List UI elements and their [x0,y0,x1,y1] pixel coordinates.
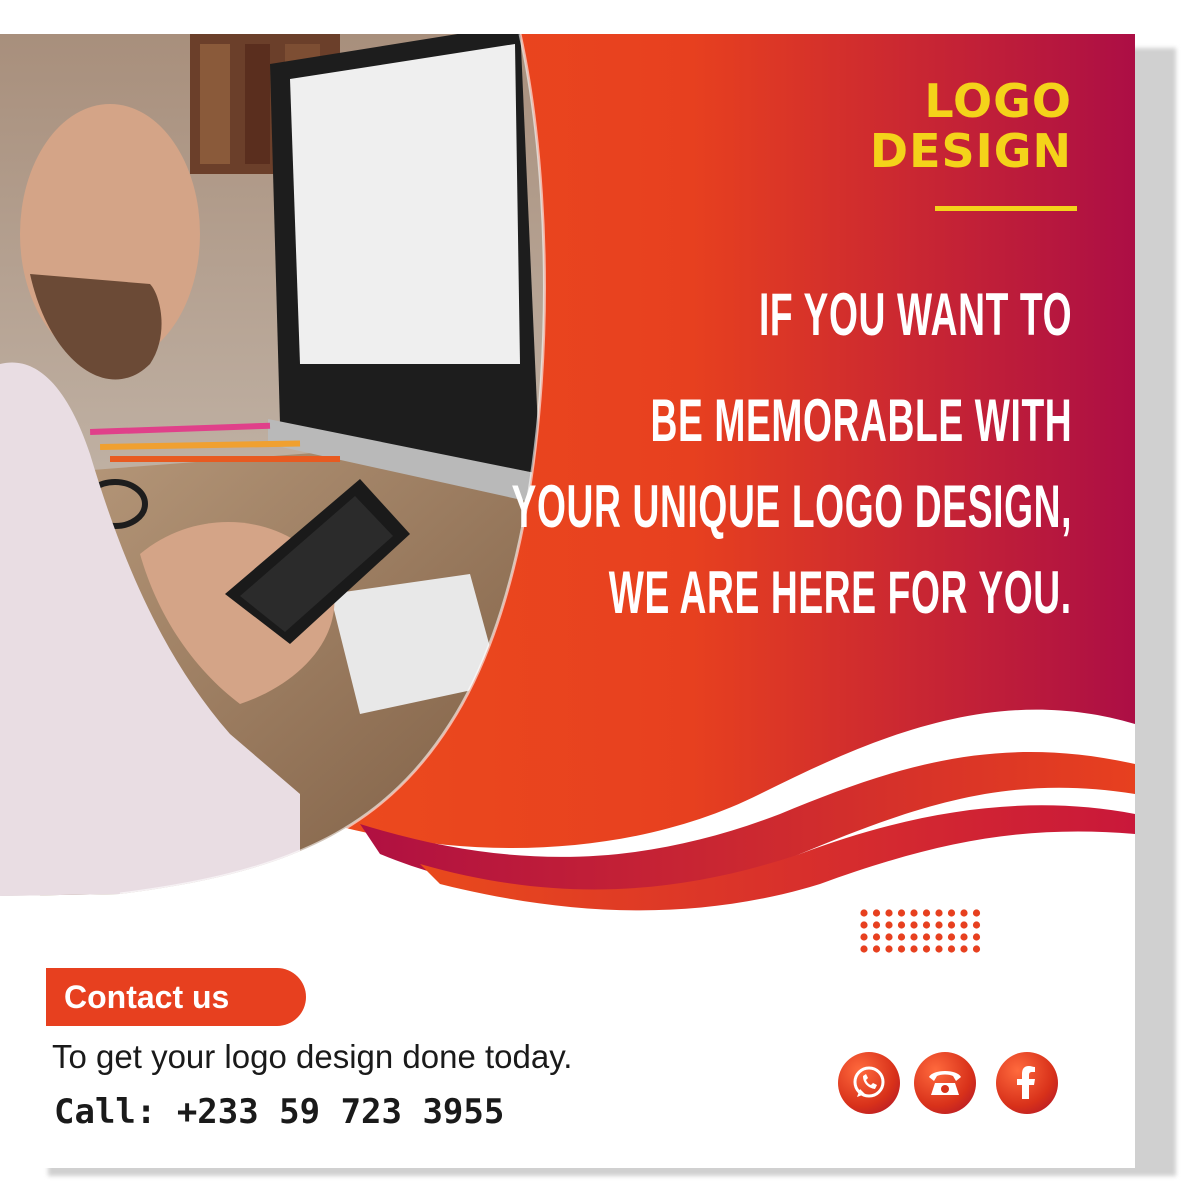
contact-description: To get your logo design done today. [52,1038,573,1075]
pattern-dot [972,933,981,941]
pattern-dot [897,921,906,929]
service-title: LOGO DESIGN [712,76,1072,176]
pattern-dot [960,909,968,917]
pattern-dot [935,909,943,917]
pattern-dot [885,909,893,917]
pattern-dot [885,945,893,953]
pattern-dot [860,909,868,917]
flyer: LOGO DESIGN IF YOU WANT TO BE MEMORABLE … [0,0,1198,1189]
facebook-icon[interactable] [996,1052,1058,1114]
pattern-dot [897,909,906,917]
pattern-dot [910,921,918,929]
telephone-icon[interactable] [914,1052,976,1114]
pattern-dot [872,909,881,917]
pattern-dot [960,945,968,953]
pattern-dot [972,945,981,953]
dot-pattern [860,909,981,953]
telephone-glyph [929,1071,961,1095]
pattern-dot [922,909,931,917]
service-title-line1: LOGO [924,74,1072,128]
pattern-dot [897,933,906,941]
flyer-card: LOGO DESIGN IF YOU WANT TO BE MEMORABLE … [0,34,1135,1168]
pattern-dot [960,921,968,929]
pattern-dot [910,909,918,917]
pattern-dot [947,945,956,953]
pattern-dot [960,933,968,941]
pattern-dot [860,933,868,941]
pattern-dot [872,921,881,929]
pattern-dot [922,933,931,941]
pattern-dot [860,945,868,953]
contact-us-button[interactable]: Contact us [46,968,306,1026]
pattern-dot [922,945,931,953]
phone-number: Call: +233 59 723 3955 [54,1092,505,1132]
pattern-dot [935,933,943,941]
headline-line-1: IF YOU WANT TO [758,281,1072,348]
headline-line-2: BE MEMORABLE WITH [650,387,1072,454]
pattern-dot [872,933,881,941]
service-title-line2: DESIGN [869,124,1072,178]
pattern-dot [972,921,981,929]
headline-line-4: WE ARE HERE FOR YOU. [609,559,1072,626]
pattern-dot [897,945,906,953]
facebook-glyph [1017,1066,1035,1099]
pattern-dot [947,921,956,929]
pattern-dot [860,921,868,929]
pattern-dot [910,933,918,941]
pattern-dot [910,945,918,953]
pattern-dot [885,933,893,941]
pattern-dot [947,933,956,941]
title-underline [935,206,1077,211]
headline-line-3: YOUR UNIQUE LOGO DESIGN, [511,473,1072,540]
pattern-dot [935,945,943,953]
pattern-dot [972,909,981,917]
pattern-dot [935,921,943,929]
whatsapp-icon[interactable] [838,1052,900,1114]
pattern-dot [947,909,956,917]
pattern-dot [922,921,931,929]
pattern-dot [872,945,881,953]
pattern-dot [885,921,893,929]
whatsapp-glyph [853,1066,885,1098]
